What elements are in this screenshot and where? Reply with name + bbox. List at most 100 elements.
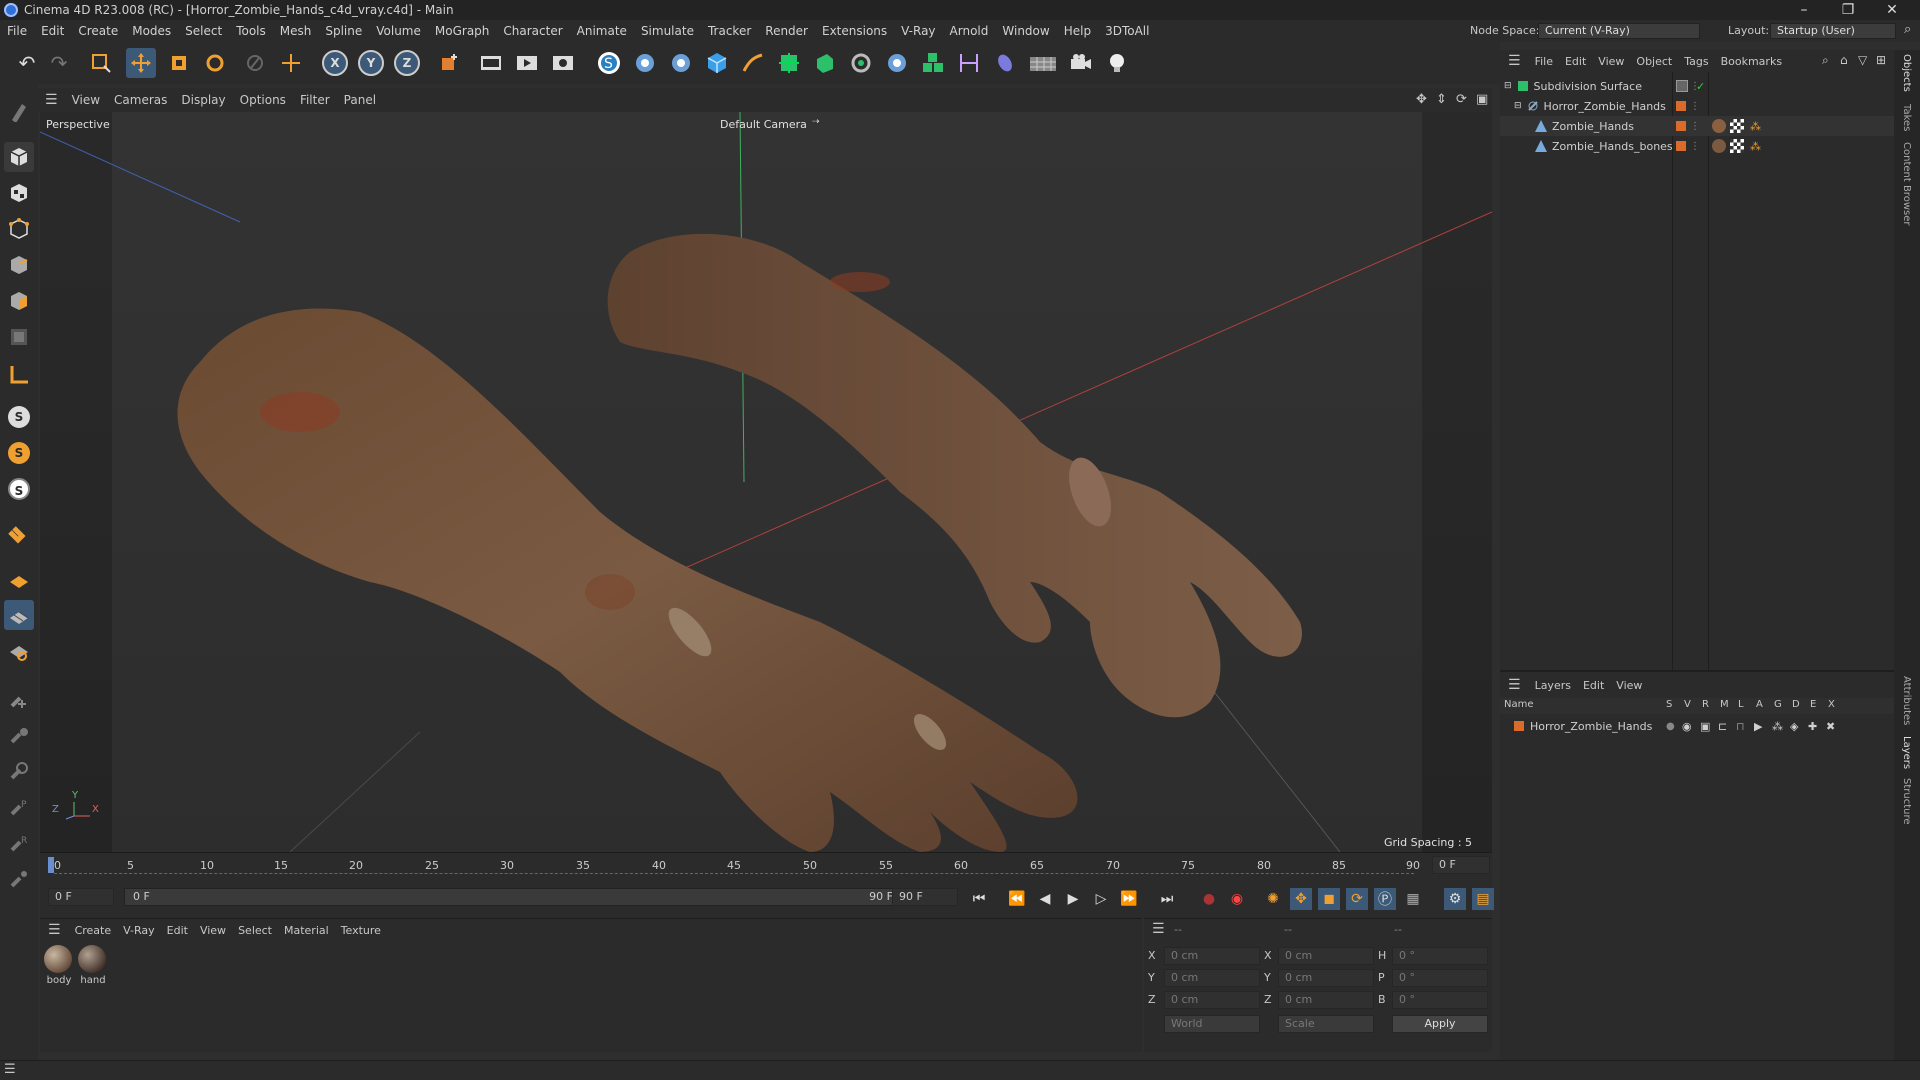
material-item-hand[interactable]: hand <box>78 945 108 991</box>
object-menu-edit[interactable]: Edit <box>1559 55 1592 68</box>
coords-hamburger-icon[interactable]: ☰ <box>1152 921 1165 937</box>
scale-tool-icon[interactable] <box>164 48 194 78</box>
layer-deformers-icon[interactable]: ◈ <box>1790 720 1798 733</box>
python-script-2-icon[interactable] <box>666 48 696 78</box>
object-row-zombie-hands-bones[interactable]: Zombie_Hands_bones ⋮ ⁂ <box>1500 136 1894 156</box>
menu-extensions[interactable]: Extensions <box>815 24 894 38</box>
autokey-icon[interactable]: ◉ <box>1226 888 1248 910</box>
menu-file[interactable]: File <box>0 24 34 38</box>
current-frame-field[interactable]: 0 F <box>48 888 114 906</box>
key-pla-icon[interactable]: ▦ <box>1402 888 1424 910</box>
menu-window[interactable]: Window <box>995 24 1056 38</box>
collapse-icon[interactable]: ⊟ <box>1514 101 1522 111</box>
material-menu-edit[interactable]: Edit <box>161 924 194 937</box>
edges-mode-icon[interactable] <box>4 250 34 280</box>
redo-icon[interactable]: ↷ <box>44 48 74 78</box>
viewport-pan-icon[interactable]: ✥ <box>1416 92 1427 107</box>
key-scale-icon[interactable]: ◼ <box>1318 888 1340 910</box>
brush-tool-icon[interactable] <box>4 720 34 750</box>
position-x-field[interactable]: 0 cm <box>1164 947 1260 965</box>
pen-spline-icon[interactable] <box>738 48 768 78</box>
key-rotation-icon[interactable]: ⟳ <box>1346 888 1368 910</box>
menu-mograph[interactable]: MoGraph <box>428 24 497 38</box>
move-tool-icon[interactable] <box>126 48 156 78</box>
model-mode-icon[interactable] <box>4 142 34 172</box>
layer-visible-icon[interactable]: ◉ <box>1682 720 1692 733</box>
key-position-icon[interactable]: ✥ <box>1290 888 1312 910</box>
menu-animate[interactable]: Animate <box>570 24 634 38</box>
layer-menu-edit[interactable]: Edit <box>1577 679 1610 692</box>
python-generator-icon[interactable] <box>882 48 912 78</box>
material-menu-vray[interactable]: V-Ray <box>117 924 161 937</box>
layer-row-horror-zombie-hands[interactable]: Horror_Zombie_Hands ● ◉ ▣ ⊏ ⊓ ▶ ⁂ ◈ ✚ ✖ <box>1500 716 1894 736</box>
axis-mode-icon[interactable] <box>4 360 34 390</box>
light-object-icon[interactable] <box>1102 48 1132 78</box>
viewport-maximize-icon[interactable]: ▣ <box>1476 92 1488 107</box>
menu-arnold[interactable]: Arnold <box>943 24 996 38</box>
material-item-body[interactable]: body <box>44 945 74 991</box>
menu-tools[interactable]: Tools <box>229 24 273 38</box>
record-icon[interactable]: ● <box>1198 888 1220 910</box>
cube-array-icon[interactable] <box>918 48 948 78</box>
rotation-h-field[interactable]: 0 ° <box>1392 947 1488 965</box>
material-menu-texture[interactable]: Texture <box>335 924 387 937</box>
coord-mode-dropdown[interactable]: Scale <box>1278 1015 1374 1033</box>
camera-link-icon[interactable]: ⇢ <box>812 117 820 127</box>
make-editable-icon[interactable] <box>4 96 34 126</box>
menu-character[interactable]: Character <box>496 24 569 38</box>
snap-icon-1[interactable]: S <box>4 402 34 432</box>
viewport-menu-options[interactable]: Options <box>233 93 293 107</box>
measure-icon[interactable] <box>954 48 984 78</box>
viewport-menu-panel[interactable]: Panel <box>337 93 383 107</box>
tag-icon[interactable] <box>990 48 1020 78</box>
menu-mesh[interactable]: Mesh <box>273 24 319 38</box>
end-frame-field[interactable]: 90 F <box>892 888 958 906</box>
side-tab-structure[interactable]: Structure <box>1901 778 1912 825</box>
world-axis-icon[interactable] <box>276 48 306 78</box>
viewport-menu-view[interactable]: View <box>65 93 107 107</box>
object-row-horror-zombie-hands[interactable]: ⊟ Horror_Zombie_Hands ⋮ <box>1500 96 1894 116</box>
object-menu-tags[interactable]: Tags <box>1678 55 1714 68</box>
material-hamburger-icon[interactable]: ☰ <box>40 922 69 938</box>
layer-hamburger-icon[interactable]: ☰ <box>1500 677 1529 693</box>
layer-xrefs-icon[interactable]: ✖ <box>1826 720 1835 733</box>
weight-tool-icon[interactable] <box>4 864 34 894</box>
object-menu-object[interactable]: Object <box>1630 55 1678 68</box>
uv-mode-icon[interactable] <box>4 322 34 352</box>
layer-color-icon[interactable] <box>1676 121 1686 131</box>
menu-edit[interactable]: Edit <box>34 24 71 38</box>
render-settings-icon[interactable] <box>548 48 578 78</box>
mograph-cloner-icon[interactable] <box>846 48 876 78</box>
paint-tool-icon[interactable] <box>4 756 34 786</box>
skin-tag-icon[interactable]: ⁂ <box>1750 120 1761 133</box>
sculpt-tool-icon[interactable] <box>4 684 34 714</box>
key-parameter-icon[interactable]: Ⓟ <box>1374 888 1396 910</box>
object-new-window-icon[interactable]: ⊞ <box>1876 53 1886 67</box>
uvw-tag-icon[interactable] <box>1730 119 1744 133</box>
z-axis-lock-button[interactable]: Z <box>394 50 420 76</box>
viewport-menu-display[interactable]: Display <box>174 93 232 107</box>
pose-tool-icon[interactable]: P <box>4 792 34 822</box>
frame-range-slider[interactable]: 0 F 90 F <box>124 888 906 906</box>
object-menu-file[interactable]: File <box>1529 55 1559 68</box>
polygons-mode-icon[interactable] <box>4 286 34 316</box>
menu-render[interactable]: Render <box>758 24 815 38</box>
status-hamburger-icon[interactable]: ☰ <box>4 1062 16 1077</box>
object-search-icon[interactable]: ⌕ <box>1822 53 1829 68</box>
keyframe-selection-icon[interactable]: ✺ <box>1262 888 1284 910</box>
menu-spline[interactable]: Spline <box>318 24 369 38</box>
size-z-field[interactable]: 0 cm <box>1278 991 1374 1009</box>
live-selection-icon[interactable] <box>86 48 116 78</box>
snap-icon-2[interactable]: S <box>4 438 34 468</box>
layer-menu-view[interactable]: View <box>1610 679 1648 692</box>
menu-create[interactable]: Create <box>71 24 125 38</box>
object-row-subdivision-surface[interactable]: ⊟ Subdivision Surface ⋮ ✓ <box>1500 76 1894 96</box>
timeline-window-icon[interactable]: ▤ <box>1472 888 1494 910</box>
python-script-icon[interactable] <box>630 48 660 78</box>
3d-viewport[interactable]: Perspective Default Camera ⇢ Grid Spacin… <box>40 112 1492 852</box>
rotation-p-field[interactable]: 0 ° <box>1392 969 1488 987</box>
close-icon[interactable]: ✕ <box>1870 0 1914 20</box>
go-to-end-icon[interactable]: ⏭ <box>1156 888 1178 910</box>
previous-key-icon[interactable]: ⏪ <box>1006 888 1028 910</box>
uvw-tag-icon[interactable] <box>1730 139 1744 153</box>
